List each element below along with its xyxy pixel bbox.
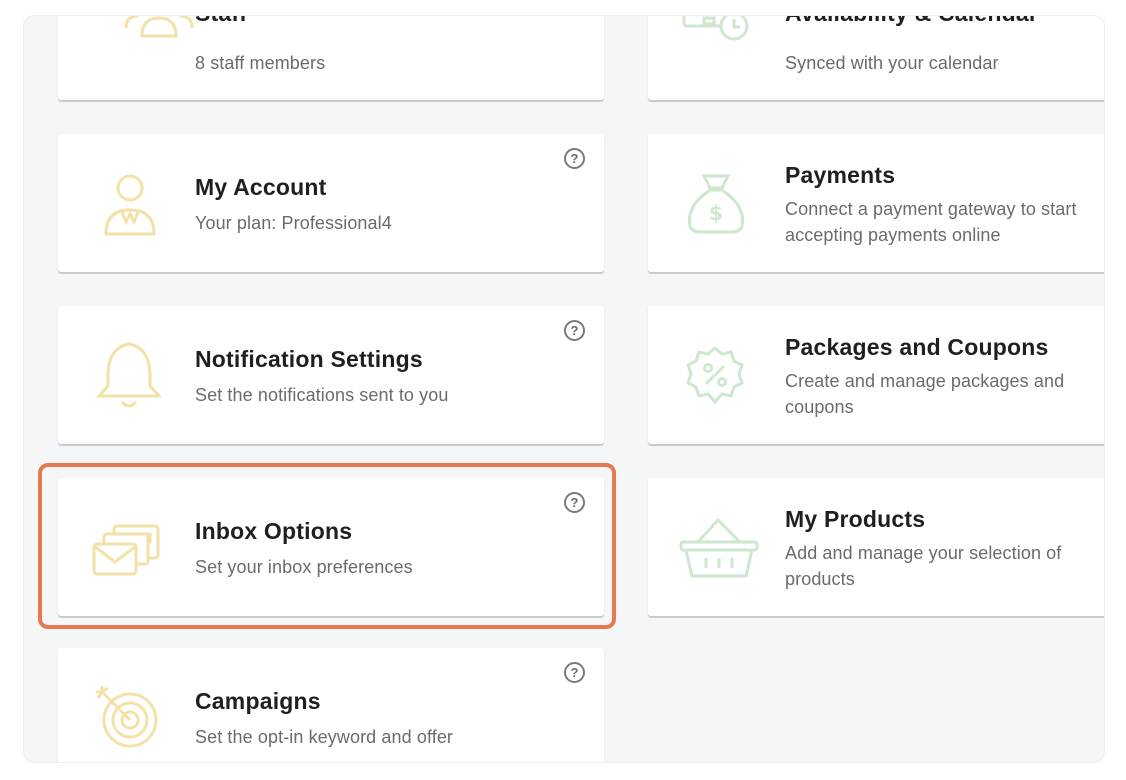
card-notifications[interactable]: Notification Settings Set the notificati… — [58, 306, 604, 444]
card-products-desc: Add and manage your selection of product… — [785, 543, 1062, 589]
card-payments-desc: Connect a payment gateway to start accep… — [785, 199, 1077, 245]
discount-badge-icon — [684, 344, 746, 406]
card-staff[interactable]: Staff 8 staff members — [58, 16, 604, 100]
calendar-clock-icon — [682, 16, 752, 42]
card-availability-title: Availability & Calendar — [785, 16, 1038, 27]
card-products[interactable]: My Products Add and manage your selectio… — [648, 478, 1104, 616]
staff-group-icon — [124, 16, 194, 38]
target-icon — [94, 684, 160, 750]
card-campaigns-title: Campaigns — [195, 688, 321, 714]
shopping-basket-icon — [678, 514, 760, 580]
card-my-account-title: My Account — [195, 174, 327, 200]
svg-text:$: $ — [709, 201, 723, 225]
card-payments-title: Payments — [785, 162, 896, 188]
card-availability-desc: Synced with your calendar — [785, 53, 999, 73]
card-campaigns[interactable]: Campaigns Set the opt-in keyword and off… — [58, 648, 604, 762]
money-bag-icon: $ — [684, 172, 748, 236]
card-staff-desc: 8 staff members — [195, 53, 326, 73]
card-packages-title: Packages and Coupons — [785, 334, 1049, 360]
card-notifications-desc: Set the notifications sent to you — [195, 385, 449, 405]
card-payments[interactable]: $ Payments Connect a payment gateway to … — [648, 134, 1104, 272]
card-packages-desc: Create and manage packages and coupons — [785, 371, 1065, 417]
user-account-icon — [102, 174, 158, 236]
card-campaigns-desc: Set the opt-in keyword and offer — [195, 727, 454, 747]
settings-grid: Staff 8 staff members Availability & Cal… — [24, 16, 1104, 762]
card-my-account-desc: Your plan: Professional4 — [195, 213, 392, 233]
card-notifications-title: Notification Settings — [195, 346, 423, 372]
help-icon[interactable]: ? — [564, 148, 585, 169]
card-staff-title: Staff — [195, 16, 247, 27]
card-packages[interactable]: Packages and Coupons Create and manage p… — [648, 306, 1104, 444]
inbox-highlight-outline — [38, 463, 616, 629]
card-my-account[interactable]: My Account Your plan: Professional4 ? — [58, 134, 604, 272]
help-icon[interactable]: ? — [564, 320, 585, 341]
card-products-title: My Products — [785, 506, 926, 532]
bell-icon — [96, 340, 162, 412]
card-availability[interactable]: Availability & Calendar Synced with your… — [648, 16, 1104, 100]
help-icon[interactable]: ? — [564, 662, 585, 683]
